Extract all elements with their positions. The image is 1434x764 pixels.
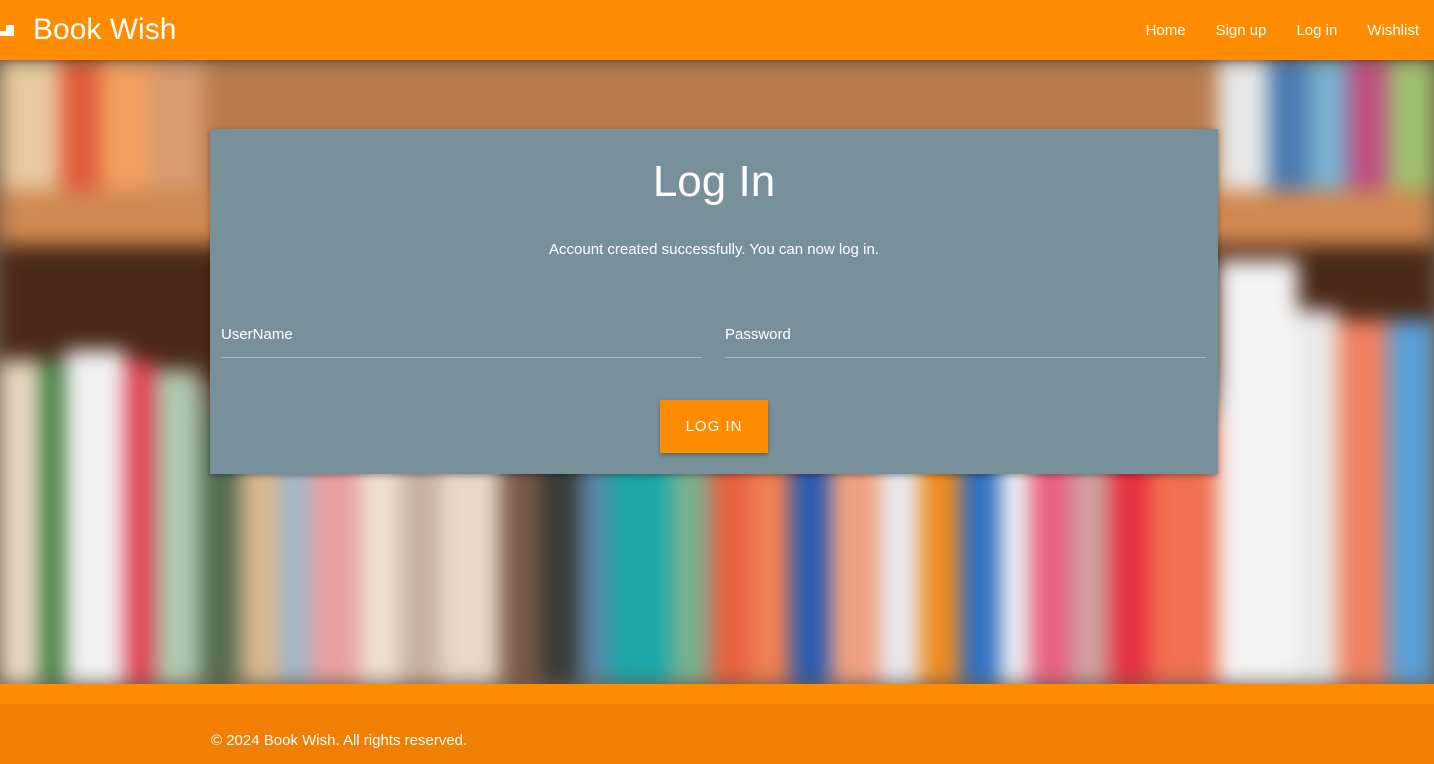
footer-copyright: © 2024 Book Wish. All rights reserved. [211, 732, 468, 749]
nav-links: Home Sign up Log in Wishlist [1131, 0, 1434, 60]
footer: © 2024 Book Wish. All rights reserved. [0, 704, 1434, 764]
hero-background: Log In Account created successfully. You… [0, 60, 1434, 684]
nav-link-login[interactable]: Log in [1281, 22, 1352, 39]
navbar: Book Wish Home Sign up Log in Wishlist [0, 0, 1434, 60]
brand[interactable]: Book Wish [0, 0, 176, 60]
brand-title: Book Wish [33, 13, 177, 46]
success-message: Account created successfully. You can no… [549, 241, 879, 258]
page-title: Log In [652, 157, 776, 206]
nav-link-wishlist[interactable]: Wishlist [1352, 22, 1434, 39]
login-card: Log In Account created successfully. You… [210, 129, 1218, 474]
username-field[interactable]: UserName [221, 319, 706, 359]
username-input[interactable] [221, 319, 706, 359]
nav-link-signup[interactable]: Sign up [1201, 22, 1282, 39]
password-field[interactable]: Password [725, 319, 1210, 359]
book-icon [0, 22, 14, 38]
nav-link-home[interactable]: Home [1131, 22, 1201, 39]
footer-accent-strip [0, 684, 1434, 704]
password-input[interactable] [725, 319, 1210, 359]
login-button[interactable]: LOG IN [660, 400, 768, 453]
